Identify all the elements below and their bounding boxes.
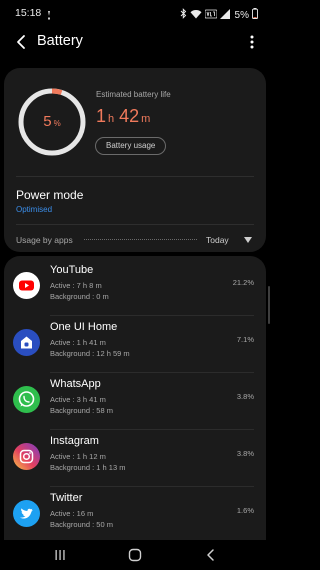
- app-bar: Battery: [0, 26, 270, 58]
- back-button[interactable]: [12, 32, 32, 52]
- app-active-time: Active : 7 h 8 m: [50, 281, 102, 290]
- divider: [16, 224, 254, 225]
- estimated-life-value: 1 h 42 m: [96, 106, 155, 127]
- app-usage-percent: 3.8%: [236, 449, 254, 458]
- twitter-icon: [13, 500, 40, 527]
- estimated-hours-unit: h: [108, 113, 115, 125]
- battery-level-number: 5: [43, 113, 52, 130]
- app-active-time: Active : 3 h 41 m: [50, 395, 106, 404]
- usage-by-apps-label: Usage by apps: [16, 235, 73, 245]
- recents-button[interactable]: [53, 548, 67, 562]
- app-usage-percent: 21.2%: [232, 278, 254, 287]
- app-name: One UI Home: [50, 321, 118, 333]
- divider: [16, 176, 254, 177]
- estimated-life-label: Estimated battery life: [96, 90, 171, 99]
- app-name: WhatsApp: [50, 378, 101, 390]
- whatsapp-icon: [13, 386, 40, 413]
- estimated-minutes: 42: [119, 106, 140, 126]
- battery-level-value: 5%: [16, 113, 88, 131]
- app-usage-list: YouTube Active : 7 h 8 m Background : 0 …: [4, 256, 266, 540]
- volte-icon: [204, 6, 217, 24]
- more-options-button[interactable]: [248, 33, 256, 51]
- app-background-time: Background : 50 m: [50, 520, 113, 529]
- recents-icon: [55, 550, 65, 560]
- estimated-hours: 1: [96, 106, 107, 126]
- battery-summary-card: 5% Estimated battery life 1 h 42 m Battery …: [4, 68, 266, 252]
- status-icons: 5%: [180, 6, 258, 24]
- youtube-icon: [13, 272, 40, 299]
- back-arrow-icon: [17, 35, 25, 49]
- battery-icon: [252, 6, 258, 24]
- app-background-time: Background : 0 m: [50, 292, 109, 301]
- home-button[interactable]: [128, 548, 142, 562]
- notification-icon: [46, 7, 52, 20]
- power-mode-value: Optimised: [16, 205, 53, 214]
- app-name: Twitter: [50, 492, 83, 504]
- app-active-time: Active : 16 m: [50, 509, 94, 518]
- dotted-leader: [84, 239, 197, 240]
- status-battery-percent: 5%: [234, 9, 249, 21]
- list-item-youtube[interactable]: YouTube Active : 7 h 8 m Background : 0 …: [4, 259, 266, 316]
- back-nav-icon: [207, 549, 214, 561]
- app-usage-percent: 7.1%: [236, 335, 254, 344]
- period-dropdown[interactable]: Today: [206, 233, 252, 247]
- home-icon: [128, 548, 142, 562]
- signal-icon: [219, 6, 230, 24]
- battery-level-unit: %: [53, 119, 61, 128]
- caret-down-icon: [244, 237, 252, 243]
- bluetooth-icon: [180, 6, 187, 24]
- page-title: Battery: [37, 33, 83, 49]
- app-usage-percent: 3.8%: [236, 392, 254, 401]
- list-item-one-ui-home[interactable]: One UI Home Active : 1 h 41 m Background…: [4, 316, 266, 373]
- list-item-instagram[interactable]: Instagram Active : 1 h 12 m Background :…: [4, 430, 266, 487]
- power-mode-title: Power mode: [16, 188, 84, 202]
- list-item-twitter[interactable]: Twitter Active : 16 m Background : 50 m …: [4, 487, 266, 540]
- list-item-whatsapp[interactable]: WhatsApp Active : 3 h 41 m Background : …: [4, 373, 266, 430]
- more-vert-icon: [250, 35, 254, 49]
- instagram-icon: [13, 443, 40, 470]
- app-name: YouTube: [50, 264, 94, 276]
- estimated-minutes-unit: m: [141, 113, 151, 125]
- wifi-icon: [190, 6, 202, 24]
- app-background-time: Background : 58 m: [50, 406, 113, 415]
- status-time: 15:18: [15, 7, 42, 19]
- scrollbar-thumb[interactable]: [268, 286, 270, 324]
- app-active-time: Active : 1 h 12 m: [50, 452, 106, 461]
- battery-usage-button[interactable]: Battery usage: [95, 137, 167, 155]
- app-name: Instagram: [50, 435, 99, 447]
- app-usage-percent: 1.6%: [236, 506, 254, 515]
- app-active-time: Active : 1 h 41 m: [50, 338, 106, 347]
- navigation-bar: [0, 540, 270, 570]
- app-background-time: Background : 12 h 59 m: [50, 349, 130, 358]
- app-background-time: Background : 1 h 13 m: [50, 463, 126, 472]
- one-ui-home-icon: [13, 329, 40, 356]
- period-label: Today: [206, 235, 229, 245]
- status-bar: 15:18 5%: [0, 0, 270, 26]
- back-nav-button[interactable]: [204, 548, 218, 562]
